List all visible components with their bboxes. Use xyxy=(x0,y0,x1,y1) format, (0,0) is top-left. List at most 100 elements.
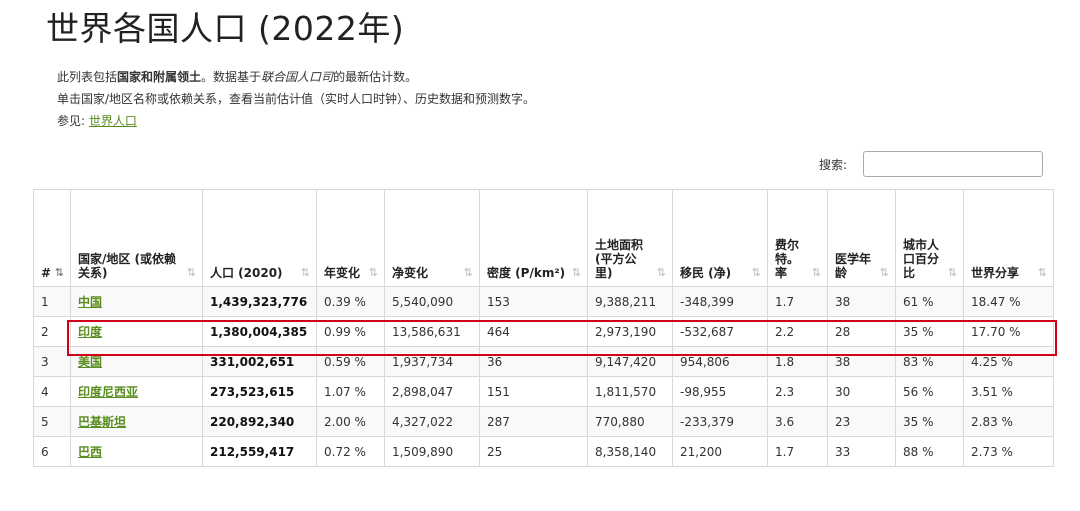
column-header-median-age[interactable]: 医学年龄 ⇅ xyxy=(827,189,896,287)
sort-icon: ⇅ xyxy=(54,266,64,279)
search-bar: 搜索: xyxy=(819,150,1044,178)
cell-fertility: 1.8 xyxy=(767,346,828,377)
sort-icon: ⇅ xyxy=(463,266,473,279)
cell-population: 1,439,323,776 xyxy=(202,286,317,317)
cell-country: 中国 xyxy=(70,286,203,317)
column-header-urban-pop[interactable]: 城市人口百分比 ⇅ xyxy=(895,189,964,287)
sort-icon: ⇅ xyxy=(656,266,666,279)
cell-fertility: 2.2 xyxy=(767,316,828,347)
cell-land-area: 770,880 xyxy=(587,406,673,437)
cell-population: 220,892,340 xyxy=(202,406,317,437)
cell-population: 331,002,651 xyxy=(202,346,317,377)
cell-median-age: 33 xyxy=(827,436,896,467)
search-input[interactable] xyxy=(863,151,1044,177)
cell-yearly-change: 0.72 % xyxy=(316,436,385,467)
cell-urban-pop: 35 % xyxy=(895,316,964,347)
cell-density: 36 xyxy=(479,346,588,377)
cell-urban-pop: 88 % xyxy=(895,436,964,467)
cell-net-change: 13,586,631 xyxy=(384,316,480,347)
cell-land-area: 2,973,190 xyxy=(587,316,673,347)
cell-fertility: 1.7 xyxy=(767,286,828,317)
table-row: 4 印度尼西亚 273,523,615 1.07 % 2,898,047 151… xyxy=(33,376,1054,407)
cell-yearly-change: 0.39 % xyxy=(316,286,385,317)
cell-world-share: 2.83 % xyxy=(963,406,1054,437)
cell-rank: 3 xyxy=(33,346,71,377)
sort-icon: ⇅ xyxy=(571,266,581,279)
cell-yearly-change: 2.00 % xyxy=(316,406,385,437)
sort-icon: ⇅ xyxy=(186,266,196,279)
cell-world-share: 3.51 % xyxy=(963,376,1054,407)
sort-icon: ⇅ xyxy=(811,266,821,279)
country-link[interactable]: 中国 xyxy=(78,295,102,309)
cell-rank: 1 xyxy=(33,286,71,317)
table-row: 2 印度 1,380,004,385 0.99 % 13,586,631 464… xyxy=(33,316,1054,347)
cell-median-age: 30 xyxy=(827,376,896,407)
column-header-density[interactable]: 密度 (P/km²) ⇅ xyxy=(479,189,588,287)
cell-rank: 6 xyxy=(33,436,71,467)
column-header-migrants[interactable]: 移民 (净) ⇅ xyxy=(672,189,768,287)
cell-population: 1,380,004,385 xyxy=(202,316,317,347)
column-header-fertility[interactable]: 费尔特。率 ⇅ xyxy=(767,189,828,287)
cell-world-share: 2.73 % xyxy=(963,436,1054,467)
cell-density: 151 xyxy=(479,376,588,407)
search-label: 搜索: xyxy=(819,157,848,172)
intro-line-3: 参见: 世界人口 xyxy=(57,114,137,128)
cell-migrants: 954,806 xyxy=(672,346,768,377)
cell-net-change: 5,540,090 xyxy=(384,286,480,317)
cell-migrants: -348,399 xyxy=(672,286,768,317)
cell-land-area: 9,388,211 xyxy=(587,286,673,317)
cell-migrants: -98,955 xyxy=(672,376,768,407)
cell-country: 印度 xyxy=(70,316,203,347)
column-header-population[interactable]: 人口 (2020) ⇅ xyxy=(202,189,317,287)
cell-country: 美国 xyxy=(70,346,203,377)
cell-country: 巴西 xyxy=(70,436,203,467)
cell-world-share: 17.70 % xyxy=(963,316,1054,347)
cell-land-area: 9,147,420 xyxy=(587,346,673,377)
country-link[interactable]: 美国 xyxy=(78,355,102,369)
cell-urban-pop: 61 % xyxy=(895,286,964,317)
country-link[interactable]: 巴基斯坦 xyxy=(78,415,126,429)
cell-median-age: 23 xyxy=(827,406,896,437)
sort-icon: ⇅ xyxy=(879,266,889,279)
column-header-world-share[interactable]: 世界分享 ⇅ xyxy=(963,189,1054,287)
cell-country: 印度尼西亚 xyxy=(70,376,203,407)
cell-country: 巴基斯坦 xyxy=(70,406,203,437)
page-title: 世界各国人口 (2022年) xyxy=(46,9,405,48)
cell-fertility: 3.6 xyxy=(767,406,828,437)
cell-land-area: 8,358,140 xyxy=(587,436,673,467)
column-header-yearly-change[interactable]: 年变化 ⇅ xyxy=(316,189,385,287)
table-row: 5 巴基斯坦 220,892,340 2.00 % 4,327,022 287 … xyxy=(33,406,1054,437)
cell-net-change: 1,509,890 xyxy=(384,436,480,467)
sort-icon: ⇅ xyxy=(947,266,957,279)
cell-land-area: 1,811,570 xyxy=(587,376,673,407)
column-header-country[interactable]: 国家/地区 (或依赖关系) ⇅ xyxy=(70,189,203,287)
column-header-net-change[interactable]: 净变化 ⇅ xyxy=(384,189,480,287)
world-population-link[interactable]: 世界人口 xyxy=(89,114,137,128)
population-table: # ⇅ 国家/地区 (或依赖关系) ⇅ 人口 (2020) ⇅ 年变化 ⇅ 净变化 ⇅ 密… xyxy=(33,189,1054,467)
country-link[interactable]: 印度 xyxy=(78,325,102,339)
cell-rank: 5 xyxy=(33,406,71,437)
cell-yearly-change: 0.59 % xyxy=(316,346,385,377)
sort-icon: ⇅ xyxy=(1037,266,1047,279)
sort-icon: ⇅ xyxy=(300,266,310,279)
cell-density: 153 xyxy=(479,286,588,317)
cell-rank: 2 xyxy=(33,316,71,347)
intro-line-1: 此列表包括国家和附属领土。数据基于联合国人口司的最新估计数。 xyxy=(57,70,418,84)
cell-median-age: 38 xyxy=(827,346,896,377)
table-header-row: # ⇅ 国家/地区 (或依赖关系) ⇅ 人口 (2020) ⇅ 年变化 ⇅ 净变化 ⇅ 密… xyxy=(33,189,1054,287)
sort-icon: ⇅ xyxy=(751,266,761,279)
column-header-rank[interactable]: # ⇅ xyxy=(33,189,71,287)
cell-population: 212,559,417 xyxy=(202,436,317,467)
cell-urban-pop: 35 % xyxy=(895,406,964,437)
sort-icon: ⇅ xyxy=(368,266,378,279)
cell-density: 25 xyxy=(479,436,588,467)
cell-net-change: 1,937,734 xyxy=(384,346,480,377)
country-link[interactable]: 巴西 xyxy=(78,445,102,459)
cell-net-change: 2,898,047 xyxy=(384,376,480,407)
column-header-land-area[interactable]: 土地面积 (平方公里) ⇅ xyxy=(587,189,673,287)
cell-migrants: -233,379 xyxy=(672,406,768,437)
country-link[interactable]: 印度尼西亚 xyxy=(78,385,138,399)
cell-fertility: 2.3 xyxy=(767,376,828,407)
cell-rank: 4 xyxy=(33,376,71,407)
cell-world-share: 4.25 % xyxy=(963,346,1054,377)
